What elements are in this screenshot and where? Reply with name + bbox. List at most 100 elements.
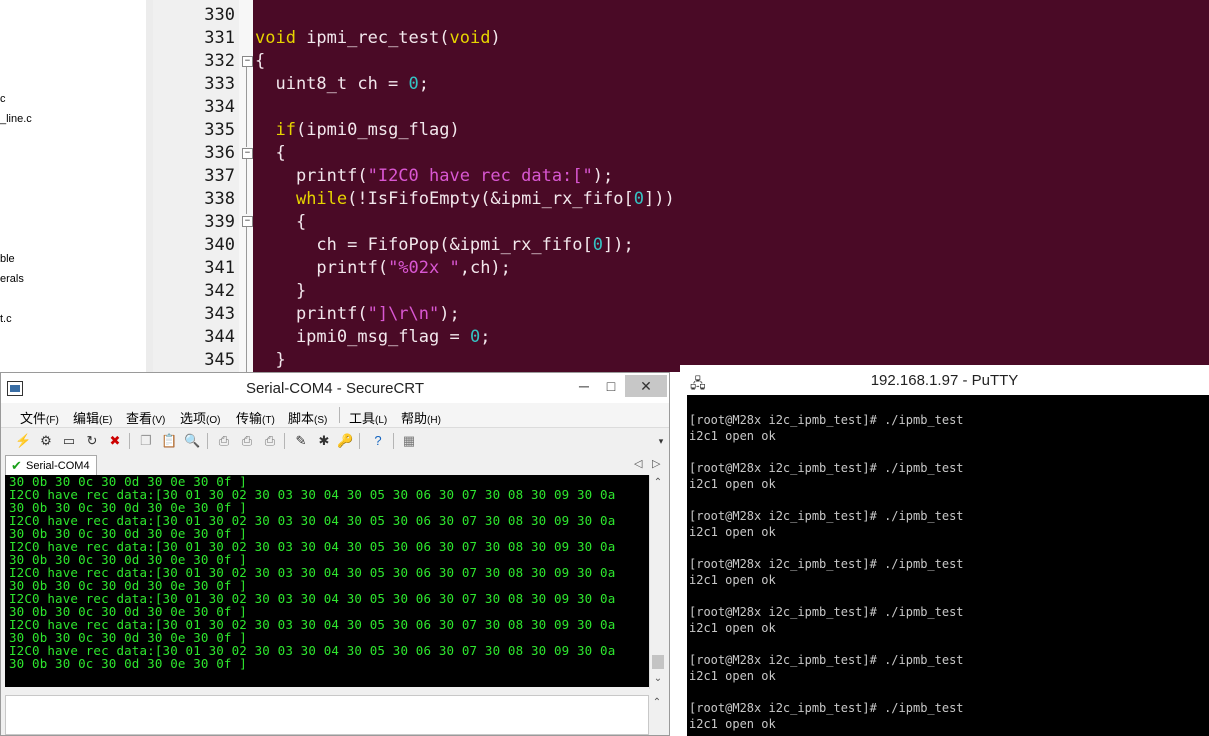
menu-options[interactable]: 选项(O) — [180, 408, 220, 427]
terminal-line: [root@M28x i2c_ipmb_test]# ./ipmb_test — [689, 701, 964, 715]
line-number: 334 — [204, 97, 235, 117]
terminal-line: i2c1 open ok — [689, 573, 776, 587]
line-number: 338 — [204, 189, 235, 209]
menu-shortcut: (H) — [427, 415, 441, 426]
menu-shortcut: (E) — [99, 415, 113, 426]
scroll-down-icon[interactable]: ⌄ — [650, 673, 666, 684]
terminal-line: 30 0b 30 0c 30 0d 30 0e 30 0f ] — [9, 656, 247, 671]
connect-icon[interactable]: ⚡ — [15, 433, 31, 449]
file-tree-item[interactable]: t.c — [0, 313, 12, 325]
help-icon[interactable]: ? — [370, 433, 386, 449]
tab-serial-com4[interactable]: ✔ Serial-COM4 — [5, 455, 97, 475]
code-line: if(ipmi0_msg_flag) — [255, 119, 459, 142]
code-token: printf( — [255, 258, 389, 278]
maximize-button[interactable]: □ — [597, 375, 625, 397]
find-icon[interactable]: 🔍 — [184, 433, 200, 449]
terminal-line: i2c1 open ok — [689, 669, 776, 683]
connected-check-icon: ✔ — [11, 458, 22, 473]
menu-script[interactable]: 脚本(S) — [288, 408, 327, 427]
code-editor[interactable]: 330 331 332 333 334 335 336 337 338 339 340 341 342 3… — [153, 0, 1209, 372]
print-selection-icon[interactable]: ⎙ — [239, 433, 255, 449]
session-tab-bar: ✔ Serial-COM4 ◁ ▷ — [1, 453, 669, 475]
code-token: ch = FifoPop(&ipmi_rx_fifo[ — [255, 235, 593, 255]
line-number: 343 — [204, 304, 235, 324]
tab-scroll-left-icon[interactable]: ◁ — [634, 457, 642, 470]
code-token: printf( — [255, 304, 368, 324]
scroll-up-icon[interactable]: ⌃ — [650, 477, 666, 488]
tab-scroll-right-icon[interactable]: ▷ — [652, 457, 660, 470]
code-line: } — [255, 280, 306, 303]
file-tree-item[interactable]: _line.c — [0, 113, 32, 125]
terminal-line: [root@M28x i2c_ipmb_test]# ./ipmb_test — [689, 557, 964, 571]
project-file-tree: c _line.c ble erals t.c — [0, 0, 147, 372]
input-scrollbar[interactable]: ⌃ — [649, 695, 665, 735]
title-bar[interactable]: 🖧 192.168.1.97 - PuTTY — [680, 365, 1209, 395]
close-button[interactable]: ✕ — [625, 375, 667, 397]
print-setup-icon[interactable]: ⎙ — [216, 433, 232, 449]
putty-window: 🖧 192.168.1.97 - PuTTY [root@M28x i2c_ip… — [680, 365, 1209, 736]
fold-collapse-icon[interactable]: − — [242, 216, 253, 227]
connect-tab-icon[interactable]: ▭ — [61, 433, 77, 449]
terminal-line: i2c1 open ok — [689, 477, 776, 491]
fold-collapse-icon[interactable]: − — [242, 56, 253, 67]
menu-transfer[interactable]: 传输(T) — [236, 408, 275, 427]
copy-icon[interactable]: ❐ — [138, 433, 154, 449]
file-tree-item[interactable]: c — [0, 93, 6, 105]
code-token: 0 — [633, 189, 644, 209]
disconnect-icon[interactable]: ✖ — [107, 433, 123, 449]
minimize-button[interactable]: ─ — [571, 375, 597, 397]
menu-label: 选项 — [180, 411, 207, 426]
menu-file[interactable]: 文件(F) — [20, 408, 59, 427]
tab-label: Serial-COM4 — [26, 460, 90, 472]
menu-help[interactable]: 帮助(H) — [401, 408, 441, 427]
global-options-icon[interactable]: ✱ — [316, 433, 332, 449]
code-line: printf("I2C0 have rec data:["); — [255, 165, 613, 188]
terminal-scrollbar[interactable]: ⌃ ⌄ — [649, 475, 666, 689]
code-token: ,ch); — [459, 258, 511, 278]
line-number: 339 — [204, 212, 235, 232]
paste-icon[interactable]: 📋 — [161, 433, 177, 449]
menu-edit[interactable]: 编辑(E) — [73, 408, 112, 427]
title-bar[interactable]: Serial-COM4 - SecureCRT ─ □ ✕ — [1, 373, 669, 403]
file-tree-item[interactable]: ble — [0, 253, 15, 265]
terminal-line: [root@M28x i2c_ipmb_test]# ./ipmb_test — [689, 605, 964, 619]
menu-label: 工具 — [349, 411, 376, 426]
menu-view[interactable]: 查看(V) — [126, 408, 165, 427]
line-number: 344 — [204, 327, 235, 347]
window-title: 192.168.1.97 - PuTTY — [870, 372, 1019, 389]
serial-terminal-output[interactable]: 30 0b 30 0c 30 0d 30 0e 30 0f ] I2C0 have… — [5, 475, 649, 687]
toolbar-overflow-icon[interactable]: ▾ — [653, 433, 669, 449]
line-number: 341 — [204, 258, 235, 278]
scroll-up-icon[interactable]: ⌃ — [649, 697, 665, 708]
menu-shortcut: (T) — [262, 415, 275, 426]
ssh-terminal-output[interactable]: [root@M28x i2c_ipmb_test]# ./ipmb_test i2… — [687, 395, 1209, 736]
code-line: { — [255, 142, 285, 165]
quick-connect-icon[interactable]: ⚙ — [38, 433, 54, 449]
fold-line — [246, 159, 247, 214]
sftp-icon[interactable]: ▦ — [401, 433, 417, 449]
terminal-line: [root@M28x i2c_ipmb_test]# ./ipmb_test — [689, 653, 964, 667]
line-number: 345 — [204, 350, 235, 370]
code-line: uint8_t ch = 0; — [255, 73, 429, 96]
scrollbar-thumb[interactable] — [652, 655, 664, 669]
reconnect-icon[interactable]: ↻ — [84, 433, 100, 449]
menu-shortcut: (F) — [46, 415, 59, 426]
command-input-pane[interactable] — [5, 695, 649, 735]
menu-label: 帮助 — [401, 411, 428, 426]
toolbar-separator — [284, 433, 285, 449]
session-options-icon[interactable]: ✎ — [293, 433, 309, 449]
code-token: ; — [418, 74, 430, 94]
file-tree-item[interactable]: erals — [0, 273, 24, 285]
menu-shortcut: (L) — [375, 415, 388, 426]
print-icon[interactable]: ⎙ — [262, 433, 278, 449]
menu-bar: 文件(F) 编辑(E) 查看(V) 选项(O) 传输(T) 脚本(S) 工具(L… — [1, 403, 669, 427]
menu-label: 传输 — [236, 411, 263, 426]
code-token: void — [255, 28, 296, 48]
menu-tools[interactable]: 工具(L) — [349, 408, 387, 427]
menu-label: 查看 — [126, 411, 153, 426]
code-token: ipmi_rec_test( — [295, 28, 450, 48]
fold-collapse-icon[interactable]: − — [242, 148, 253, 159]
code-token: ); — [439, 304, 460, 324]
toolbar-separator — [129, 433, 130, 449]
keymap-icon[interactable]: 🔑 — [337, 433, 353, 449]
